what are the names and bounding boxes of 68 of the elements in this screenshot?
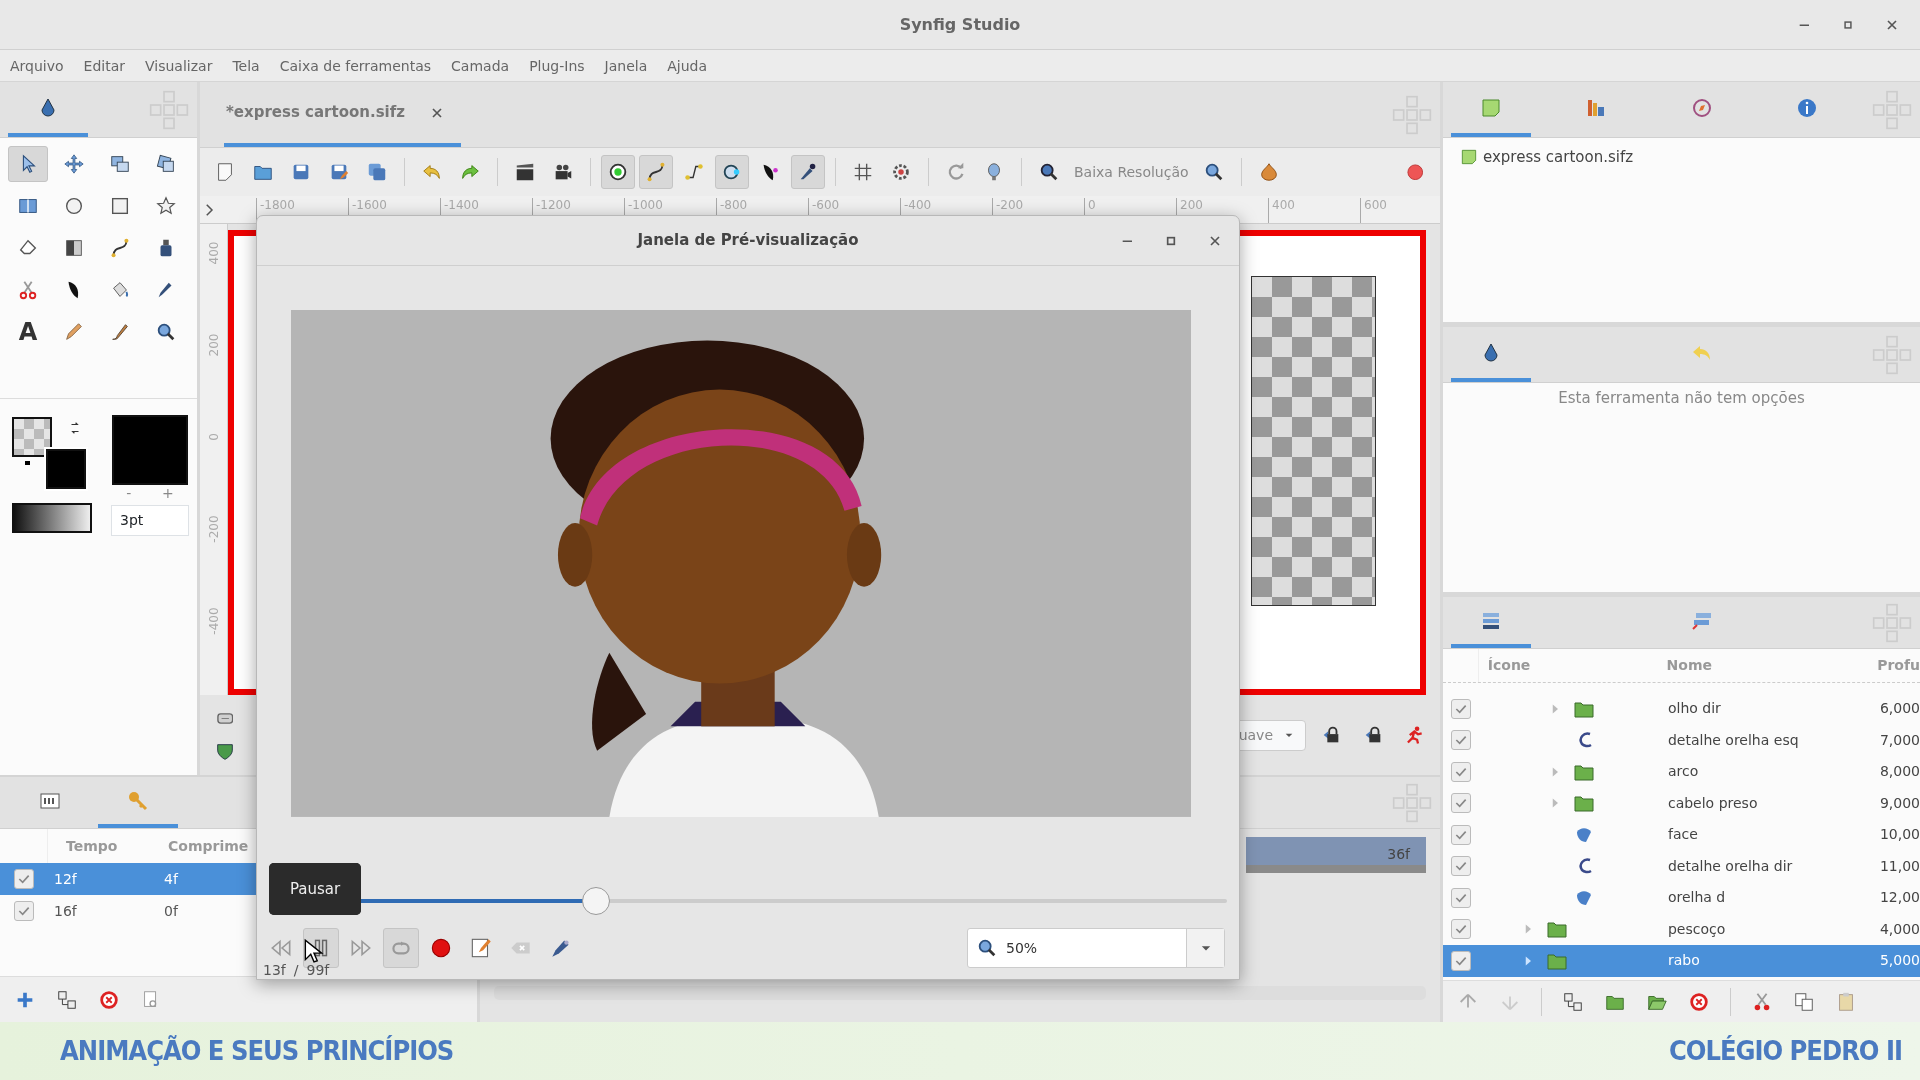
- layer-row[interactable]: cabelo preso 9,000: [1443, 787, 1920, 819]
- layer-name: detalhe orelha esq: [1667, 730, 1800, 750]
- depth-cell-text: 5,000: [1879, 951, 1920, 971]
- menu-item[interactable]: Tela: [222, 50, 270, 81]
- layer-name: face: [1667, 825, 1699, 845]
- menu-item[interactable]: Camada: [441, 50, 520, 81]
- total-frames: 99f: [306, 960, 330, 981]
- frame-separator: /: [293, 961, 299, 980]
- empty-message: Esta ferramenta não tem opções: [1558, 389, 1805, 407]
- layer-name: pescoço: [1667, 919, 1727, 939]
- time-label: 36f: [1387, 845, 1410, 864]
- layer-row[interactable]: orelha d 12,00: [1443, 882, 1920, 914]
- tool-button[interactable]: A: [8, 314, 48, 350]
- column-header[interactable]: Nome: [1666, 655, 1878, 676]
- ruler-label: -400: [206, 606, 222, 637]
- time-cell-text: 16f: [53, 901, 78, 921]
- layer-name: olho dir: [1667, 699, 1722, 719]
- depth-cell-text: 11,00: [1879, 856, 1920, 876]
- depth-cell-text: 7,000: [1879, 730, 1920, 750]
- depth-cell-text: 9,000: [1879, 793, 1920, 813]
- menu-item[interactable]: Janela: [594, 50, 658, 81]
- column-header[interactable]: Comprime: [160, 835, 249, 857]
- dialog-title: Janela de Pré-visualização: [637, 230, 859, 252]
- layer-row[interactable]: olho dir 6,000: [1443, 693, 1920, 725]
- window-title: Synfig Studio: [899, 13, 1021, 36]
- ruler-label: 0: [206, 432, 222, 443]
- menu-item[interactable]: Caixa de ferramentas: [269, 50, 442, 81]
- ruler-label: 400: [1268, 198, 1360, 223]
- layer-row[interactable]: arco 8,000: [1443, 756, 1920, 788]
- menu-item[interactable]: Visualizar: [135, 50, 223, 81]
- menu-item[interactable]: Editar: [73, 50, 136, 81]
- banner-title: ANIMAÇÃO E SEUS PRINCÍPIOS: [60, 1033, 454, 1068]
- layer-row[interactable]: detalhe orelha dir 11,00: [1443, 850, 1920, 882]
- layer-row[interactable]: rabo 5,000: [1443, 945, 1920, 977]
- increase-size-label[interactable]: +: [161, 485, 174, 501]
- menu-item[interactable]: Ajuda: [657, 50, 718, 81]
- file-tree-item[interactable]: express cartoon.sifz: [1483, 146, 1634, 169]
- layer-row[interactable]: detalhe orelha esq 7,000: [1443, 724, 1920, 756]
- depth-cell-text: 4,000: [1879, 919, 1920, 939]
- ruler-label: 200: [206, 332, 222, 359]
- layer-name: rabo: [1667, 951, 1701, 971]
- layer-row[interactable]: pescoço 4,000: [1443, 913, 1920, 945]
- depth-cell-text: 10,00: [1879, 825, 1920, 845]
- width-field[interactable]: 3pt: [111, 505, 189, 536]
- depth-cell-text: 8,000: [1879, 762, 1920, 782]
- length-cell-text: 0f: [163, 901, 178, 921]
- zoom-dropdown[interactable]: 50%: [967, 928, 1225, 968]
- layer-name: cabelo preso: [1667, 793, 1759, 813]
- current-frame: 13f: [263, 960, 286, 981]
- time-cell-text: 12f: [53, 869, 78, 889]
- banner-school: COLÉGIO PEDRO II: [1668, 1033, 1902, 1068]
- ruler-label: 400: [206, 240, 222, 267]
- depth-cell-text: 12,00: [1879, 888, 1920, 908]
- column-header[interactable]: Profu: [1877, 655, 1920, 676]
- layer-row[interactable]: face 10,00: [1443, 819, 1920, 851]
- layer-name: detalhe orelha dir: [1667, 856, 1794, 876]
- ruler-label: -200: [206, 514, 222, 545]
- layer-name: arco: [1667, 762, 1700, 782]
- column-header[interactable]: Ícone: [1478, 655, 1667, 676]
- resolution-label: Baixa Resolução: [1073, 162, 1190, 182]
- depth-cell-text: 6,000: [1879, 699, 1920, 719]
- layer-name: orelha d: [1667, 888, 1727, 908]
- column-header[interactable]: Tempo: [48, 835, 160, 857]
- decrease-size-label[interactable]: -: [126, 485, 132, 501]
- menu-item[interactable]: Arquivo: [0, 50, 74, 81]
- length-cell-text: 4f: [163, 869, 178, 889]
- menu-item[interactable]: Plug-Ins: [519, 50, 595, 81]
- timeline-bar[interactable]: 36f: [1246, 837, 1426, 873]
